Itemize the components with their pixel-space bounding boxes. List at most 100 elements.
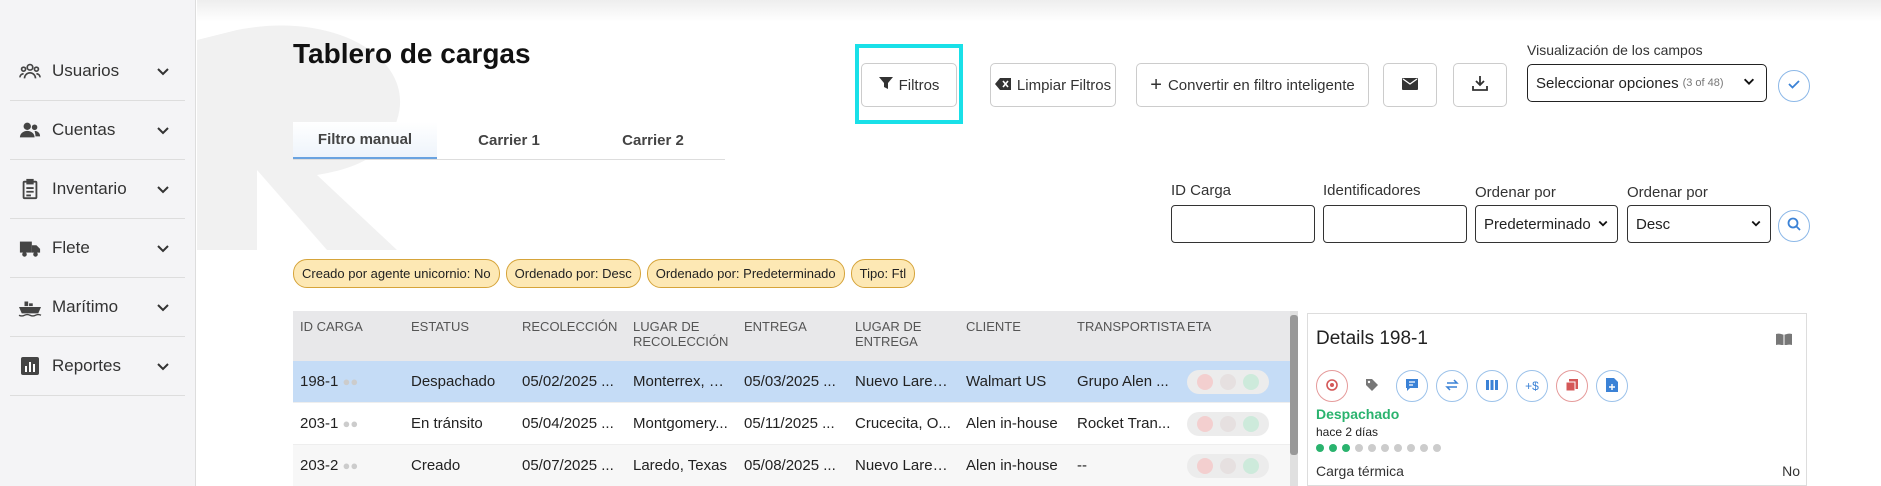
filter-chip[interactable]: Tipo: Ftl	[850, 259, 916, 288]
status-badge: Despachado	[1316, 406, 1400, 422]
carrier-cell: Rocket Tran...	[1077, 415, 1171, 432]
sidebar-item-label: Cuentas	[52, 120, 116, 139]
sidebar-item-usuarios[interactable]: Usuarios	[10, 42, 185, 101]
property-value: No	[1782, 463, 1800, 479]
sidebar-item-cuentas[interactable]: Cuentas	[10, 101, 185, 160]
accounts-icon	[18, 118, 42, 142]
fields-select[interactable]: Seleccionar opciones (3 of 48)	[1527, 64, 1767, 102]
order-by-select-2[interactable]: Desc	[1627, 205, 1771, 243]
column-header[interactable]: ENTREGA	[737, 311, 848, 361]
column-header[interactable]: ESTATUS	[404, 311, 515, 361]
identifiers-input[interactable]	[1323, 205, 1467, 243]
add-cost-button[interactable]: +$	[1516, 370, 1548, 402]
load-id-cell: 203-1 ●●	[293, 407, 404, 440]
order-by-label-1: Ordenar por	[1475, 184, 1556, 201]
ship-icon	[18, 295, 42, 319]
add-money-icon: +$	[1525, 379, 1539, 393]
delivery-date-cell: 05/11/2025 ...	[744, 415, 835, 432]
backspace-icon	[994, 77, 1011, 94]
check-icon	[1787, 77, 1801, 96]
columns-icon	[1485, 378, 1499, 395]
column-header[interactable]: CLIENTE	[959, 311, 1070, 361]
tab-filtro-manual[interactable]: Filtro manual	[293, 122, 437, 159]
envelope-icon	[1402, 77, 1418, 94]
progress-dot	[1433, 444, 1441, 452]
sidebar-item-maritimo[interactable]: Marítimo	[10, 278, 185, 337]
tag-button[interactable]	[1356, 370, 1388, 402]
eta-cell	[1180, 362, 1280, 402]
scrollbar-thumb[interactable]	[1290, 315, 1298, 455]
columns-button[interactable]	[1476, 370, 1508, 402]
truck-icon	[18, 236, 42, 260]
filter-chip[interactable]: Creado por agente unicornio: No	[293, 259, 500, 288]
table-row[interactable]: 203-1 ●● En tránsito 05/04/2025 ... Mont…	[293, 403, 1293, 445]
add-file-icon	[1606, 377, 1618, 395]
confirm-fields-button[interactable]	[1778, 70, 1810, 102]
flame-icon: ●●	[342, 374, 359, 389]
clear-filters-button[interactable]: Limpiar Filtros	[990, 63, 1116, 107]
column-header[interactable]: RECOLECCIÓN	[515, 311, 626, 361]
filters-button[interactable]: Filtros	[861, 63, 957, 107]
chart-icon	[18, 354, 42, 378]
load-id-cell: 198-1 ●●	[293, 365, 404, 398]
progress-dot	[1316, 444, 1324, 452]
convert-smart-filter-button[interactable]: + Convertir en filtro inteligente	[1136, 63, 1369, 107]
sidebar-item-reportes[interactable]: Reportes	[10, 337, 185, 396]
client-cell: Alen in-house	[966, 457, 1058, 474]
search-button[interactable]	[1778, 210, 1810, 242]
client-cell: Alen in-house	[966, 415, 1058, 432]
email-button[interactable]	[1383, 63, 1437, 107]
tab-carrier-2[interactable]: Carrier 2	[581, 122, 725, 159]
copy-button[interactable]	[1556, 370, 1588, 402]
active-filter-chips: Creado por agente unicornio: No Ordenado…	[293, 259, 916, 288]
transfer-button[interactable]	[1436, 370, 1468, 402]
id-carga-input[interactable]	[1171, 205, 1315, 243]
chevron-down-icon	[1597, 216, 1609, 233]
load-id-cell: 203-2 ●●	[293, 449, 404, 482]
add-document-button[interactable]	[1596, 370, 1628, 402]
fields-select-count: (3 of 48)	[1682, 77, 1724, 89]
flame-icon: ●●	[342, 458, 359, 473]
chevron-down-icon	[155, 240, 171, 256]
column-header[interactable]: TRANSPORTISTA	[1070, 311, 1185, 361]
table-row[interactable]: 203-2 ●● Creado 05/07/2025 ... Laredo, T…	[293, 445, 1293, 486]
comment-button[interactable]	[1396, 370, 1428, 402]
order-by-select-1[interactable]: Predeterminado	[1475, 205, 1618, 243]
comment-icon	[1405, 378, 1419, 395]
progress-dot	[1368, 444, 1376, 452]
carrier-cell: --	[1077, 457, 1087, 474]
pickup-date-cell: 05/02/2025 ...	[522, 373, 614, 390]
column-header[interactable]: LUGAR DE ENTREGA	[848, 311, 959, 361]
download-button[interactable]	[1453, 63, 1507, 107]
book-icon[interactable]	[1776, 332, 1792, 350]
column-header[interactable]: ID CARGA	[293, 311, 404, 361]
sidebar-item-inventario[interactable]: Inventario	[10, 160, 185, 219]
chevron-down-icon	[155, 63, 171, 79]
progress-dot	[1355, 444, 1363, 452]
column-header[interactable]: LUGAR DE RECOLECCIÓN	[626, 311, 737, 361]
sidebar-item-flete[interactable]: Flete	[10, 219, 185, 278]
tag-icon	[1365, 378, 1379, 395]
table-scrollbar[interactable]	[1290, 311, 1298, 486]
status-cell: Despachado	[411, 373, 496, 390]
table-row[interactable]: 198-1 ●● Despachado 05/02/2025 ... Monte…	[293, 361, 1293, 403]
tab-carrier-1[interactable]: Carrier 1	[437, 122, 581, 159]
filter-chip[interactable]: Ordenado por: Predeterminado	[646, 259, 845, 288]
status-progress-dots	[1316, 444, 1441, 452]
property-label: Carga térmica	[1316, 463, 1404, 479]
id-carga-label: ID Carga	[1171, 182, 1232, 199]
view-button[interactable]	[1316, 370, 1348, 402]
column-header[interactable]: ETA	[1180, 311, 1280, 361]
copy-icon	[1565, 378, 1579, 395]
main-content: Tablero de cargas Filtros Limpiar Filtro…	[197, 0, 1881, 486]
details-panel: Details 198-1 +$ Despachado hace 2 días …	[1307, 313, 1807, 486]
order-by-value-1: Predeterminado	[1484, 215, 1591, 233]
filter-tabs: Filtro manual Carrier 1 Carrier 2	[293, 122, 725, 160]
loads-table: ID CARGA ESTATUS RECOLECCIÓN LUGAR DE RE…	[293, 311, 1293, 486]
pickup-place-cell: Laredo, Texas	[633, 457, 727, 474]
filter-chip[interactable]: Ordenado por: Desc	[505, 259, 641, 288]
clipboard-icon	[18, 177, 42, 201]
convert-label: Convertir en filtro inteligente	[1167, 76, 1355, 94]
sidebar-item-label: Marítimo	[52, 297, 119, 316]
delivery-place-cell: Crucecita, O...	[855, 415, 951, 432]
